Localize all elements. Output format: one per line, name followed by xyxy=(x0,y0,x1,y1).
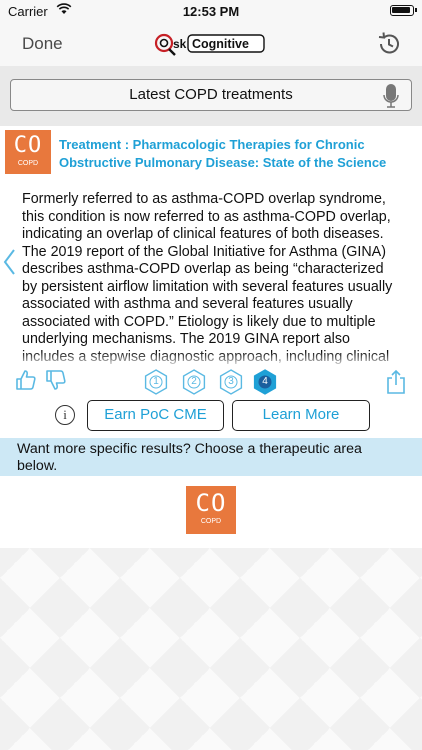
copd-badge-main: CO xyxy=(13,133,43,158)
page-3-label: 3 xyxy=(228,376,234,387)
background-pattern xyxy=(0,548,422,750)
microphone-icon[interactable] xyxy=(383,83,399,120)
svg-text:Cognitive: Cognitive xyxy=(192,37,249,51)
page-2-button[interactable]: 2 xyxy=(181,369,207,395)
askcognitive-logo: sk Cognitive xyxy=(154,31,266,57)
done-button[interactable]: Done xyxy=(22,34,63,54)
status-bar: Carrier 12:53 PM xyxy=(0,0,422,22)
page-2-label: 2 xyxy=(191,376,197,387)
copd-area-button[interactable]: CO COPD xyxy=(186,486,236,534)
page-1-label: 1 xyxy=(153,376,159,387)
share-icon[interactable] xyxy=(386,369,406,400)
thumbs-down-icon[interactable] xyxy=(44,368,68,397)
search-input[interactable]: Latest COPD treatments xyxy=(10,79,412,111)
thumbs-up-icon[interactable] xyxy=(14,368,38,397)
page-4-label: 4 xyxy=(262,376,268,387)
search-query-text: Latest COPD treatments xyxy=(129,86,293,103)
result-body: Formerly referred to as asthma-COPD over… xyxy=(22,191,393,367)
result-title[interactable]: Treatment : Pharmacologic Therapies for … xyxy=(59,136,419,172)
chevron-left-icon[interactable] xyxy=(2,248,16,281)
result-body-fade xyxy=(22,352,402,368)
battery-icon xyxy=(390,5,417,16)
copd-area-main: CO xyxy=(195,489,227,517)
page-4-button[interactable]: 4 xyxy=(252,369,278,395)
page-3-button[interactable]: 3 xyxy=(218,369,244,395)
copd-badge-sub: COPD xyxy=(17,160,39,167)
therapeutic-area-banner: Want more specific results? Choose a the… xyxy=(0,438,422,476)
copd-area-sub: COPD xyxy=(200,518,222,525)
earn-poc-cme-button[interactable]: Earn PoC CME xyxy=(87,400,224,431)
svg-text:sk: sk xyxy=(173,37,187,51)
nav-bar: Done sk Cognitive xyxy=(0,22,422,66)
copd-badge: CO COPD xyxy=(5,130,51,174)
clock: 12:53 PM xyxy=(182,4,240,19)
info-icon[interactable]: i xyxy=(55,405,75,425)
banner-text: Want more specific results? Choose a the… xyxy=(17,441,362,474)
history-icon[interactable] xyxy=(376,31,402,62)
search-area: Latest COPD treatments xyxy=(0,66,422,126)
learn-more-button[interactable]: Learn More xyxy=(232,400,370,431)
page-1-button[interactable]: 1 xyxy=(143,369,169,395)
